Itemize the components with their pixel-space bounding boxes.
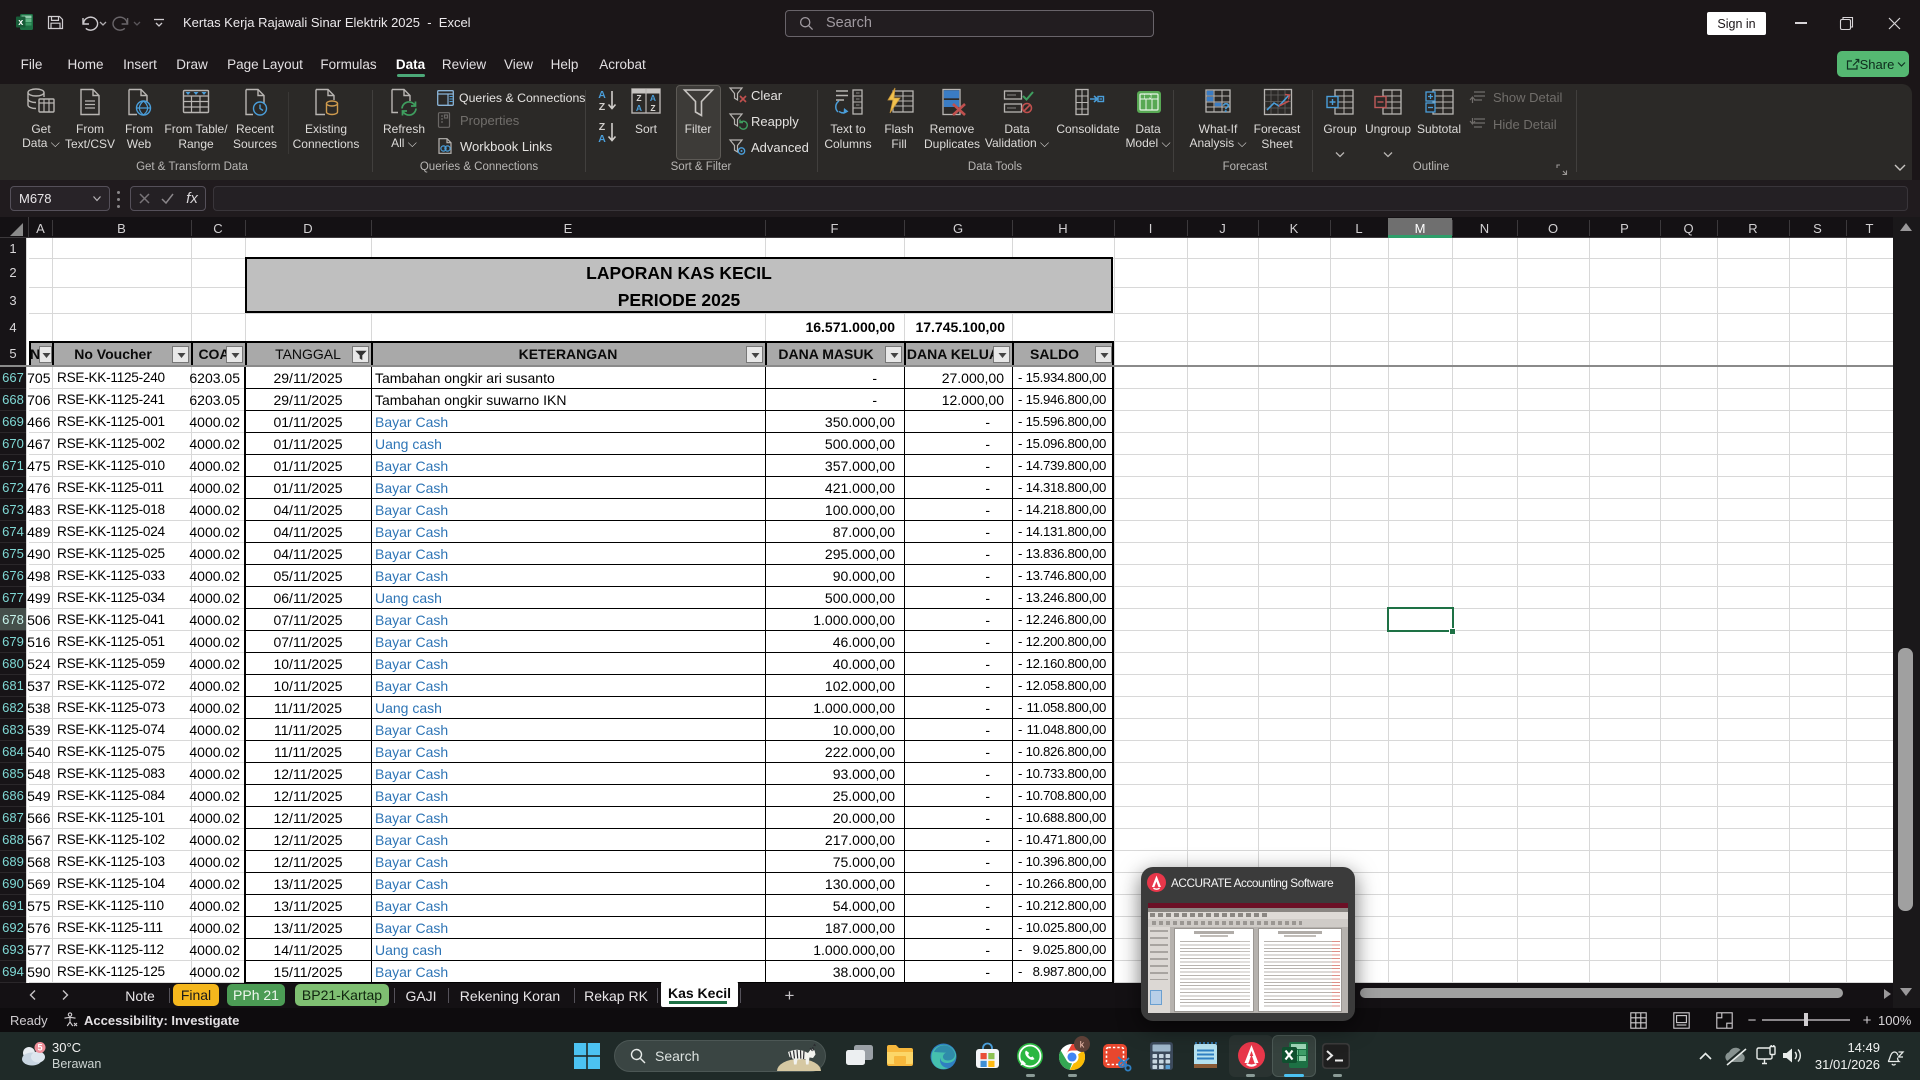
svg-text:A: A [650,93,656,103]
svg-text:Z: Z [650,103,655,113]
svg-text:Z: Z [599,101,606,113]
svg-text:A: A [598,133,606,145]
svg-text:5: 5 [37,1043,42,1053]
svg-text:Z: Z [636,93,641,103]
svg-text:Z: Z [599,121,606,133]
svg-text:i: i [1144,95,1145,101]
svg-text:x: x [18,17,23,27]
svg-text:A: A [636,103,642,113]
svg-text:A: A [598,89,606,101]
svg-text:J: J [1149,95,1152,101]
svg-text:?: ? [1222,100,1230,115]
svg-text:k: k [1080,1040,1085,1050]
